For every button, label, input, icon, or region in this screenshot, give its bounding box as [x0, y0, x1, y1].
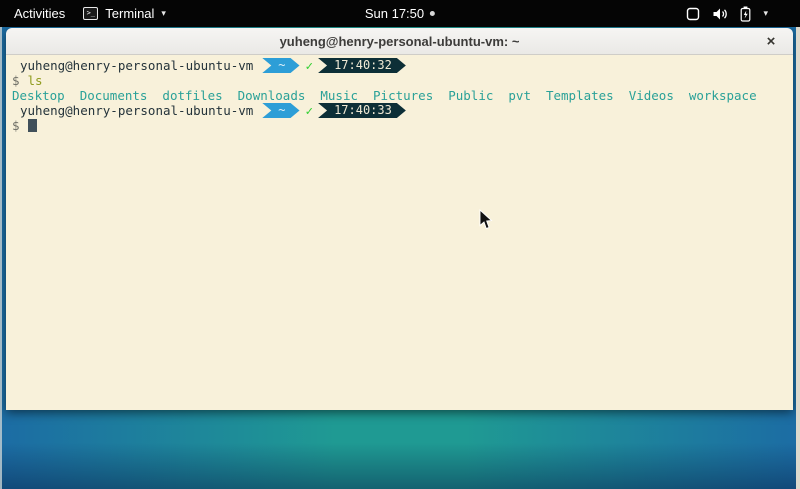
directory-name: Documents	[80, 88, 148, 103]
volume-icon	[712, 7, 728, 21]
mouse-cursor-icon	[479, 209, 493, 230]
terminal-window: yuheng@henry-personal-ubuntu-vm: ~ × yuh…	[6, 28, 793, 410]
terminal-app-icon: >_	[83, 7, 98, 20]
right-edge-strip	[796, 27, 800, 489]
system-status-area[interactable]: ▾	[686, 6, 800, 22]
notification-dot-icon	[430, 11, 435, 16]
prompt-row-1: yuheng@henry-personal-ubuntu-vm ~ ✓ 17:4…	[12, 58, 789, 73]
battery-charging-icon	[740, 6, 751, 22]
app-menu-label: Terminal	[105, 6, 154, 21]
close-button[interactable]: ×	[761, 31, 781, 51]
powerline-time-segment: 17:40:32	[318, 58, 406, 73]
chevron-down-icon: ▾	[161, 8, 166, 19]
command-row: $ ls	[12, 73, 789, 88]
directory-name: Music	[320, 88, 358, 103]
ls-output-row: Desktop Documents dotfiles Downloads Music Pi…	[12, 88, 789, 103]
prompt-user: yuheng@henry-personal-ubuntu-vm	[20, 103, 253, 118]
checkmark-icon: ✓	[306, 58, 314, 73]
left-edge-strip	[0, 27, 2, 489]
activities-button[interactable]: Activities	[10, 4, 69, 23]
checkmark-icon: ✓	[306, 103, 314, 118]
directory-name: Videos	[629, 88, 674, 103]
clock-menu[interactable]: Sun 17:50	[365, 6, 435, 21]
command-text: ls	[28, 73, 43, 88]
window-title: yuheng@henry-personal-ubuntu-vm: ~	[280, 34, 520, 49]
directory-name: workspace	[689, 88, 757, 103]
screen-share-icon	[686, 7, 700, 21]
directory-name: dotfiles	[162, 88, 222, 103]
directory-name: pvt	[508, 88, 531, 103]
powerline-path-segment: ~	[262, 103, 299, 118]
directory-name: Public	[448, 88, 493, 103]
system-menu-chevron-icon: ▾	[763, 8, 768, 19]
top-bar: Activities >_ Terminal ▾ Sun 17:50 ▾	[0, 0, 800, 27]
window-titlebar[interactable]: yuheng@henry-personal-ubuntu-vm: ~ ×	[6, 28, 793, 55]
prompt-row-2: yuheng@henry-personal-ubuntu-vm ~ ✓ 17:4…	[12, 103, 789, 118]
prompt-symbol: $	[12, 73, 20, 88]
directory-name: Downloads	[238, 88, 306, 103]
app-menu[interactable]: >_ Terminal ▾	[83, 6, 166, 21]
powerline-path-segment: ~	[262, 58, 299, 73]
prompt-symbol: $	[12, 118, 20, 133]
directory-name: Templates	[546, 88, 614, 103]
input-row[interactable]: $	[12, 118, 789, 133]
powerline-time-segment: 17:40:33	[318, 103, 406, 118]
clock-label: Sun 17:50	[365, 6, 424, 21]
text-cursor	[28, 119, 37, 132]
terminal-screen[interactable]: yuheng@henry-personal-ubuntu-vm ~ ✓ 17:4…	[6, 55, 793, 410]
directory-name: Pictures	[373, 88, 433, 103]
prompt-user: yuheng@henry-personal-ubuntu-vm	[20, 58, 253, 73]
directory-name: Desktop	[12, 88, 65, 103]
